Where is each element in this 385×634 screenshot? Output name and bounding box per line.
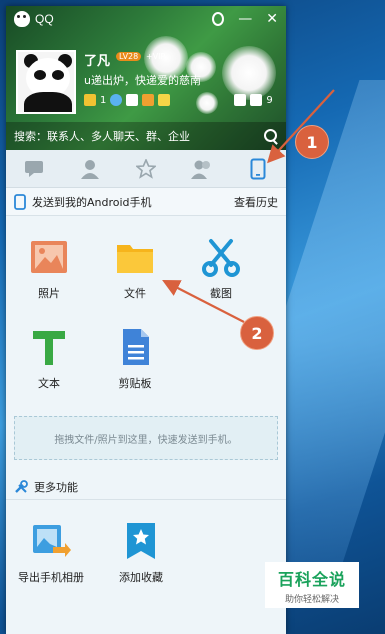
watermark: 百科全说 助你轻松解决 xyxy=(265,562,359,608)
tools-icon xyxy=(15,479,28,493)
signature-text[interactable]: u递出炉，快递爱的慈南 xyxy=(84,72,224,88)
phone-icon xyxy=(250,158,266,179)
clipboard-label: 剪贴板 xyxy=(118,377,152,390)
send-text-label: 文本 xyxy=(38,377,60,390)
send-photo-label: 照片 xyxy=(38,287,60,300)
message-icon xyxy=(25,160,43,177)
decor-flower xyxy=(222,46,276,100)
search-bar[interactable]: 搜索：联系人、多人聊天、群、企业 xyxy=(6,122,286,150)
shop-icon[interactable] xyxy=(142,94,155,106)
add-favorite-button[interactable]: 添加收藏 xyxy=(96,508,186,598)
tab-messages[interactable] xyxy=(19,155,49,183)
tab-phone[interactable] xyxy=(243,155,273,183)
export-album-button[interactable]: 导出手机相册 xyxy=(6,508,96,598)
text-icon xyxy=(33,331,65,365)
contact-icon xyxy=(81,159,99,179)
panda-eye xyxy=(52,70,64,80)
app-title: QQ xyxy=(35,12,54,26)
title-bar: QQ — ✕ xyxy=(6,6,286,32)
export-album-label: 导出手机相册 xyxy=(18,571,84,584)
clipboard-button[interactable]: 剪贴板 xyxy=(92,314,178,404)
more-features-grid: 导出手机相册 添加收藏 xyxy=(6,500,286,598)
tab-contacts[interactable] xyxy=(75,155,105,183)
close-button[interactable]: ✕ xyxy=(266,12,278,26)
level-badge[interactable]: LV28 xyxy=(116,52,142,61)
send-file-button[interactable]: 文件 xyxy=(92,224,178,314)
nickname[interactable]: 了凡 xyxy=(84,50,110,69)
view-history-link[interactable]: 查看历史 xyxy=(234,194,278,210)
tab-favorites[interactable] xyxy=(131,155,161,183)
screenshot-button[interactable]: 截图 xyxy=(178,224,264,314)
panel-title: 发送到我的Android手机 xyxy=(32,195,152,209)
star-count: 1 xyxy=(100,94,107,106)
phone-small-icon xyxy=(14,193,26,210)
watermark-subtitle: 助你轻松解决 xyxy=(284,594,339,605)
star-level-icon[interactable] xyxy=(84,94,96,106)
send-options-grid: 照片 文件 截图 文本 剪贴板 xyxy=(6,216,286,404)
app-manager-icon[interactable] xyxy=(250,94,263,106)
profile-header: QQ — ✕ 了凡 LV28 +VIP u递出炉，快递爱的慈南 1 9 搜索：联… xyxy=(6,6,286,150)
vip-badge[interactable]: +VIP xyxy=(146,52,165,61)
add-favorite-label: 添加收藏 xyxy=(119,571,163,584)
window-controls: — ✕ xyxy=(212,12,278,26)
send-file-label: 文件 xyxy=(124,287,146,300)
photo-icon xyxy=(31,241,67,273)
qq-penguin-logo xyxy=(14,11,30,27)
send-text-button[interactable]: 文本 xyxy=(6,314,92,404)
skin-icon[interactable] xyxy=(212,12,225,26)
drop-zone[interactable]: 拖拽文件/照片到这里，快速发送到手机。 xyxy=(14,416,278,460)
mail-icon[interactable] xyxy=(126,94,139,106)
scissors-icon xyxy=(202,239,240,277)
drop-zone-hint: 拖拽文件/照片到这里，快速发送到手机。 xyxy=(54,434,238,446)
send-photo-button[interactable]: 照片 xyxy=(6,224,92,314)
qzone-icon[interactable] xyxy=(110,94,123,106)
search-input[interactable]: 搜索：联系人、多人聊天、群、企业 xyxy=(14,128,190,144)
panda-body xyxy=(24,92,72,112)
panda-eye xyxy=(34,70,46,80)
avatar[interactable] xyxy=(16,50,76,114)
tab-groups[interactable] xyxy=(187,155,217,183)
main-tabs xyxy=(6,150,286,188)
folder-icon xyxy=(117,245,153,273)
status-icons-row: 1 9 xyxy=(84,94,273,106)
send-to-phone-header: 发送到我的Android手机 查看历史 xyxy=(6,188,286,216)
watermark-title: 百科全说 xyxy=(277,569,346,589)
callout-1: 1 xyxy=(295,125,329,159)
more-features-header: 更多功能 xyxy=(6,474,286,500)
more-features-title: 更多功能 xyxy=(34,480,78,494)
clipboard-icon xyxy=(123,329,149,365)
minimize-button[interactable]: — xyxy=(238,12,252,26)
search-icon[interactable] xyxy=(264,129,278,143)
export-album-icon xyxy=(33,525,71,557)
screenshot-label: 截图 xyxy=(210,287,232,300)
group-icon xyxy=(191,160,210,179)
bookmark-icon xyxy=(127,523,155,559)
app-count: 9 xyxy=(266,94,273,106)
home-icon[interactable] xyxy=(234,94,247,106)
callout-2: 2 xyxy=(240,316,274,350)
wallet-icon[interactable] xyxy=(158,94,171,106)
star-icon xyxy=(136,158,156,179)
